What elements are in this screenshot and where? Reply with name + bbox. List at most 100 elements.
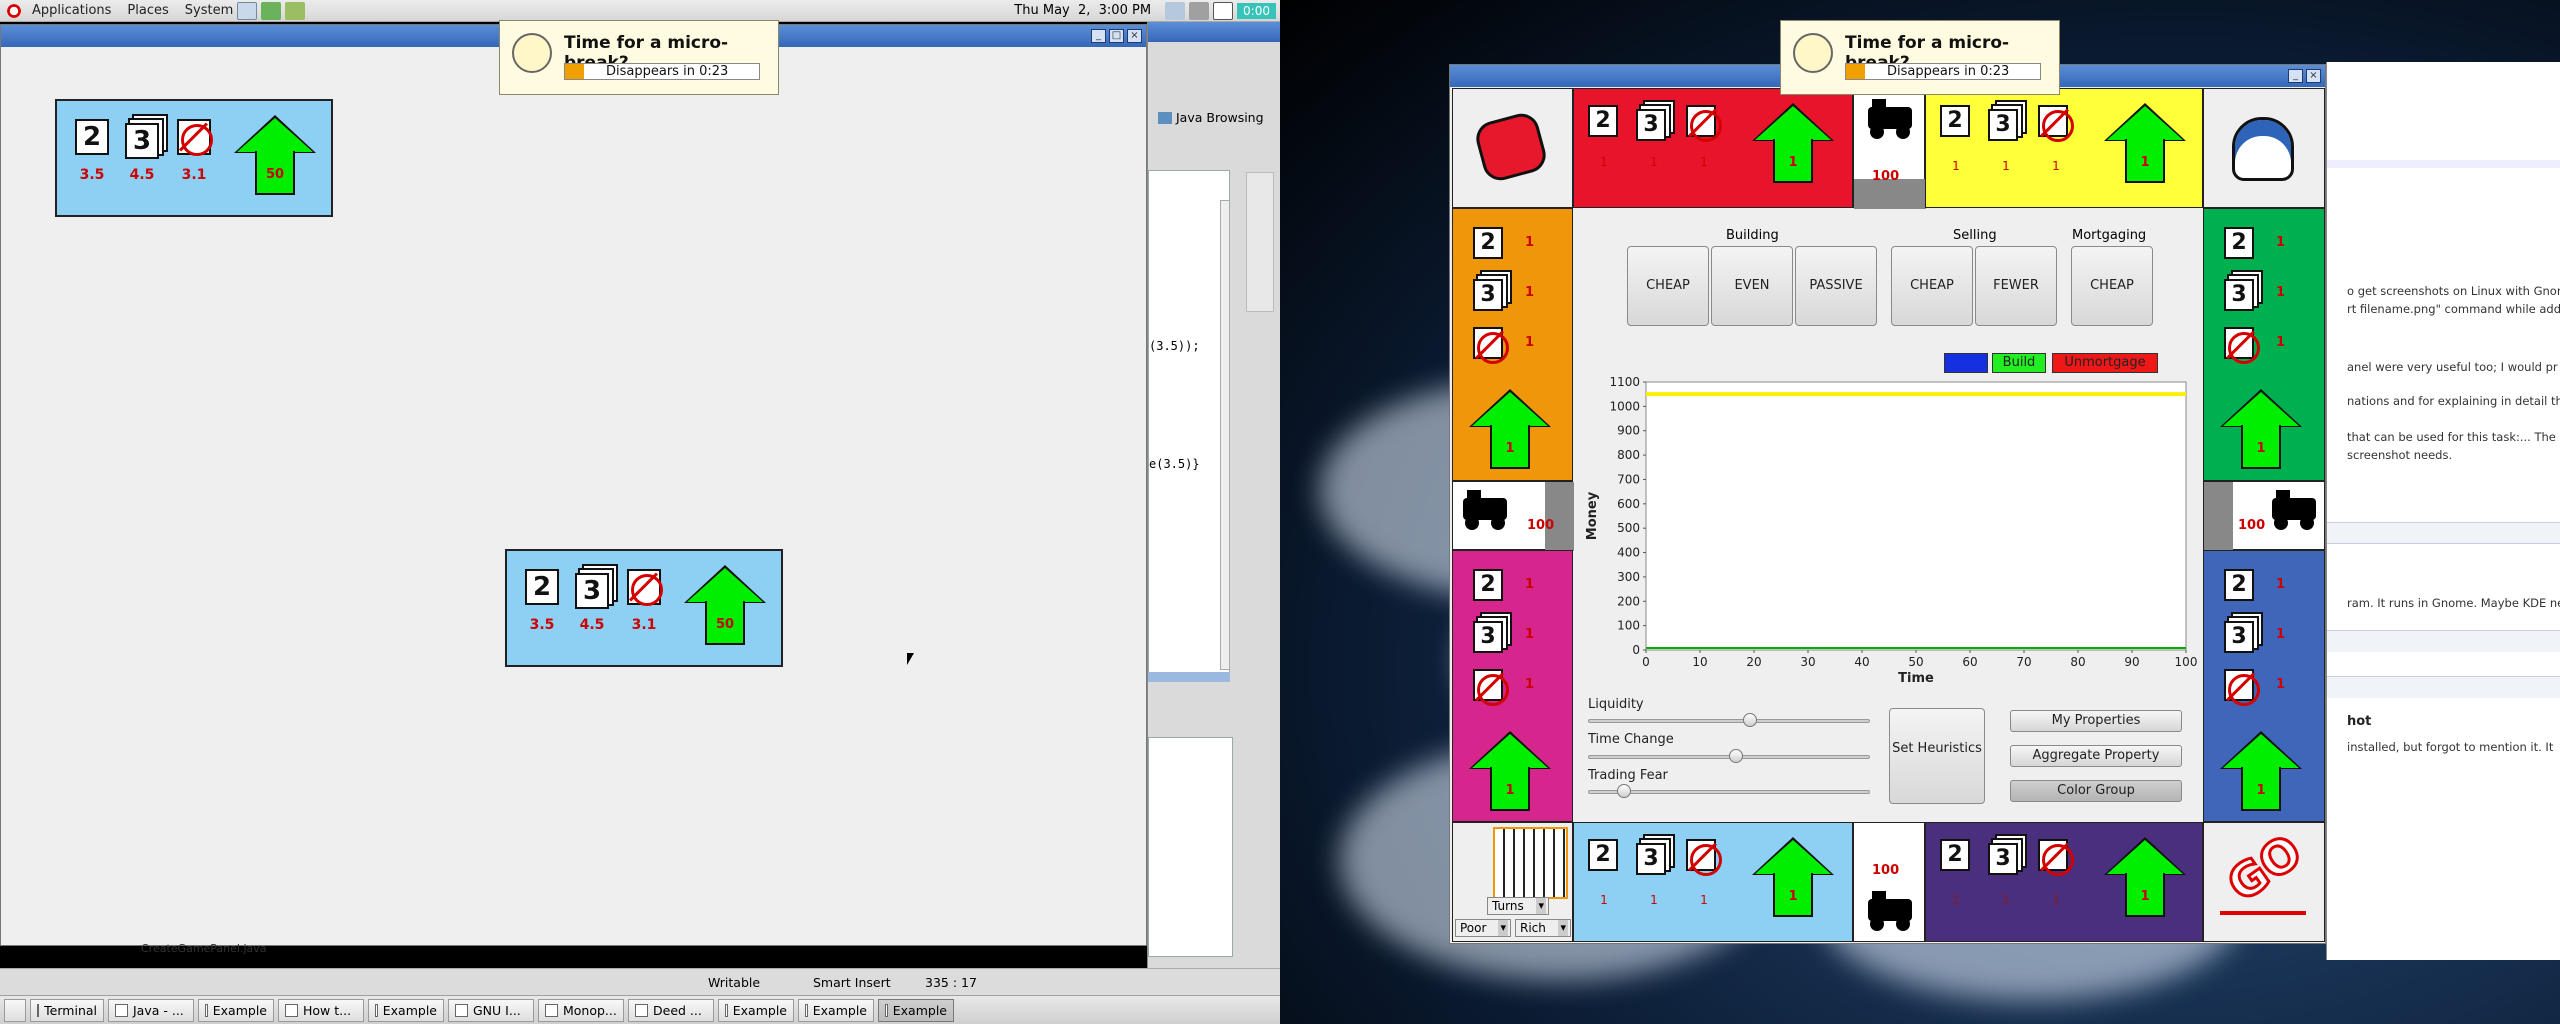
slider-thumb[interactable] bbox=[1729, 749, 1743, 763]
railroad-panel[interactable]: 100 bbox=[1853, 822, 1925, 942]
micro-break-notification[interactable]: Time for a micro-break? Disappears in 0:… bbox=[1780, 20, 2060, 95]
corner-go[interactable]: GO bbox=[2203, 822, 2325, 942]
set-heuristics-button[interactable]: Set Heuristics bbox=[1889, 708, 1985, 804]
taskbar-item[interactable]: Deed ... bbox=[628, 998, 714, 1022]
debian-icon[interactable] bbox=[4, 1, 24, 20]
corner-jail[interactable]: Turns Poor Rich bbox=[1452, 822, 1573, 942]
selling-cheap-button[interactable]: CHEAP bbox=[1891, 246, 1973, 326]
mortgaging-cheap-button[interactable]: CHEAP bbox=[2071, 246, 2153, 326]
system-menu[interactable]: System bbox=[185, 3, 233, 18]
clock[interactable]: Thu May 2, 3:00 PM bbox=[1014, 3, 1151, 18]
network-icon[interactable] bbox=[1165, 1, 1186, 20]
close-button[interactable]: × bbox=[1127, 29, 1142, 43]
taskbar-item[interactable]: Example bbox=[878, 998, 954, 1022]
browser-window: o get screenshots on Linux with Gnom rt … bbox=[2326, 62, 2560, 960]
battery-icon[interactable] bbox=[1213, 1, 1234, 20]
green-up-arrow-icon: 1 bbox=[2220, 389, 2302, 471]
liquidity-slider[interactable] bbox=[1588, 713, 1870, 727]
property-group-panel[interactable]: 231111 bbox=[1573, 822, 1853, 942]
my-properties-button[interactable]: My Properties bbox=[2010, 710, 2182, 732]
slider-thumb[interactable] bbox=[1617, 784, 1631, 798]
green-up-arrow-icon: 50 bbox=[684, 565, 766, 647]
deed-card-panel[interactable]: 2 3 3.5 4.5 3.1 50 bbox=[505, 549, 783, 667]
browser-text: that can be used for this task:... The bbox=[2347, 430, 2556, 444]
three-card-icon: 3 bbox=[125, 123, 159, 159]
robot-icon bbox=[1472, 109, 1550, 185]
file-tab[interactable]: CreateGamePanel.java bbox=[141, 942, 267, 955]
no-card-icon bbox=[2224, 669, 2260, 706]
poor-dropdown[interactable]: Poor bbox=[1455, 919, 1511, 937]
x-axis-label: Time bbox=[1898, 671, 1934, 686]
micro-break-notification[interactable]: Time for a micro-break? Disappears in 0:… bbox=[499, 20, 779, 95]
deed-card-panel[interactable]: 2 3 3.5 4.5 3.1 50 bbox=[55, 99, 333, 217]
perspective-java-browsing[interactable]: Java Browsing bbox=[1158, 110, 1264, 125]
build-tag[interactable]: Build bbox=[1992, 353, 2046, 373]
battery-indicator[interactable]: 0:00 bbox=[1237, 2, 1276, 19]
arrow-value: 50 bbox=[255, 151, 295, 195]
taskbar-item[interactable]: Terminal bbox=[30, 998, 104, 1022]
railroad-panel[interactable]: 100 bbox=[1452, 481, 1574, 551]
selling-fewer-button[interactable]: FEWER bbox=[1975, 246, 2057, 326]
buy-tag[interactable]: Buy bbox=[1944, 353, 1988, 373]
horizontal-scrollbar[interactable] bbox=[1148, 672, 1230, 682]
property-group-panel[interactable]: 231111 bbox=[2203, 550, 2325, 822]
property-group-panel[interactable]: 231111 bbox=[1925, 88, 2203, 208]
railroad-panel[interactable]: 100 bbox=[1853, 88, 1926, 209]
time-change-slider[interactable] bbox=[1588, 749, 1870, 763]
card-value: 3.1 bbox=[631, 617, 657, 633]
minimize-button[interactable]: _ bbox=[2288, 69, 2303, 83]
vertical-scrollbar[interactable] bbox=[1220, 200, 1230, 670]
y-tick-label: 700 bbox=[1617, 472, 1640, 486]
taskbar-item[interactable]: Example bbox=[798, 998, 874, 1022]
taskbar-item[interactable]: Monop... bbox=[538, 998, 624, 1022]
color-group-button[interactable]: Color Group bbox=[2010, 780, 2182, 802]
maximize-button[interactable]: □ bbox=[1109, 29, 1124, 43]
building-cheap-button[interactable]: CHEAP bbox=[1627, 246, 1709, 326]
corner-free-parking[interactable] bbox=[1452, 88, 1573, 208]
building-even-button[interactable]: EVEN bbox=[1711, 246, 1793, 326]
property-group-panel[interactable]: 231111 bbox=[2203, 208, 2325, 481]
close-button[interactable]: × bbox=[2306, 69, 2321, 83]
property-group-panel[interactable]: 231111 bbox=[1925, 822, 2203, 942]
taskbar-item[interactable]: Example bbox=[718, 998, 794, 1022]
three-card-icon: 3 bbox=[1988, 843, 2018, 875]
taskbar-item[interactable]: Java - ... bbox=[108, 998, 194, 1022]
aggregate-property-button[interactable]: Aggregate Property bbox=[2010, 745, 2182, 767]
taskbar-item[interactable]: Example bbox=[368, 998, 444, 1022]
railroad-panel[interactable]: 100 bbox=[2203, 481, 2325, 551]
launcher-icon[interactable] bbox=[285, 1, 306, 20]
property-group-panel[interactable]: 231111 bbox=[1573, 88, 1853, 208]
show-desktop-button[interactable] bbox=[4, 998, 26, 1022]
y-tick-label: 500 bbox=[1617, 521, 1640, 535]
unmortgage-tag[interactable]: Unmortgage bbox=[2052, 353, 2158, 373]
taskbar-label: Example bbox=[892, 1002, 947, 1018]
y-tick-label: 600 bbox=[1617, 497, 1640, 511]
divider bbox=[2327, 630, 2560, 652]
applications-menu[interactable]: Applications bbox=[32, 3, 111, 18]
minimize-button[interactable]: _ bbox=[1091, 29, 1106, 43]
building-passive-button[interactable]: PASSIVE bbox=[1795, 246, 1877, 326]
two-card-icon: 2 bbox=[1940, 105, 1970, 137]
taskbar-label: Example bbox=[212, 1002, 267, 1018]
taskbar-item[interactable]: How t... bbox=[278, 998, 364, 1022]
x-tick-label: 0 bbox=[1642, 655, 1650, 669]
arrow-value: 1 bbox=[1773, 873, 1813, 917]
places-menu[interactable]: Places bbox=[127, 3, 168, 18]
corner-go-to-jail[interactable] bbox=[2203, 88, 2325, 208]
volume-icon[interactable] bbox=[1189, 1, 1210, 20]
trading-fear-slider[interactable] bbox=[1588, 784, 1870, 798]
browser-text: ram. It runs in Gnome. Maybe KDE ne bbox=[2347, 596, 2560, 610]
property-group-panel[interactable]: 231111 bbox=[1452, 550, 1573, 822]
browser-text: screenshot needs. bbox=[2347, 448, 2453, 462]
group-value: 1 bbox=[2052, 893, 2060, 907]
rich-dropdown[interactable]: Rich bbox=[1515, 919, 1571, 937]
launcher-icon[interactable] bbox=[261, 1, 282, 20]
launcher-icon[interactable] bbox=[237, 1, 258, 20]
taskbar-label: GNU I... bbox=[473, 1002, 521, 1018]
taskbar-item[interactable]: GNU I... bbox=[448, 998, 534, 1022]
taskbar-item[interactable]: Example bbox=[198, 998, 274, 1022]
go-icon: GO bbox=[2216, 822, 2313, 913]
property-group-panel[interactable]: 231111 bbox=[1452, 208, 1573, 481]
slider-thumb[interactable] bbox=[1743, 713, 1757, 727]
turns-dropdown[interactable]: Turns bbox=[1487, 897, 1549, 915]
